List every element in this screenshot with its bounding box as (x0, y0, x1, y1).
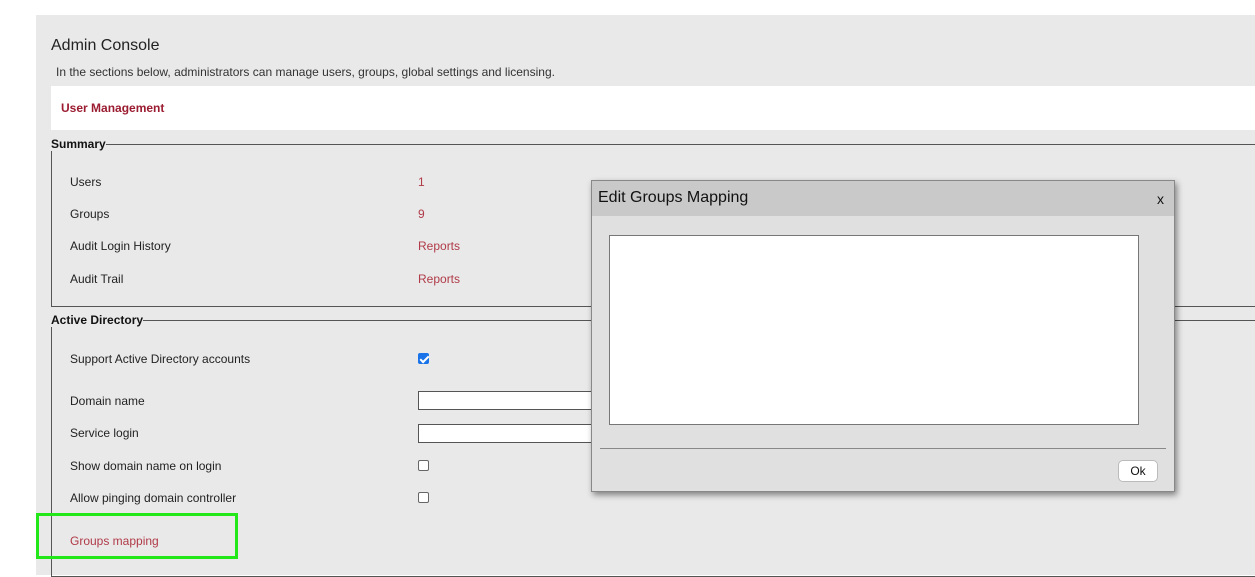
user-management-header: User Management (51, 86, 1255, 130)
show-domain-checkbox[interactable] (418, 460, 429, 471)
service-login-input[interactable] (418, 424, 598, 443)
dialog-divider (600, 448, 1166, 449)
summary-legend: Summary (51, 137, 106, 151)
summary-label-groups: Groups (70, 207, 110, 221)
allow-ping-label: Allow pinging domain controller (70, 491, 237, 505)
active-directory-legend: Active Directory (51, 313, 144, 327)
edit-groups-mapping-dialog: Edit Groups Mapping x Ok (591, 180, 1175, 492)
ok-button[interactable]: Ok (1118, 460, 1158, 482)
dialog-header: Edit Groups Mapping x (592, 181, 1174, 216)
section-title: User Management (61, 101, 165, 115)
summary-label-users: Users (70, 175, 102, 189)
domain-name-label: Domain name (70, 394, 145, 408)
service-login-label: Service login (70, 426, 139, 440)
audit-login-reports-link[interactable]: Reports (418, 239, 460, 253)
summary-label-audit-login: Audit Login History (70, 239, 171, 253)
page-subtitle: In the sections below, administrators ca… (56, 65, 555, 79)
support-ad-checkbox[interactable] (418, 353, 429, 364)
audit-trail-reports-link[interactable]: Reports (418, 272, 460, 286)
groups-mapping-textarea[interactable] (609, 235, 1139, 425)
users-count-link[interactable]: 1 (418, 175, 425, 189)
page-title: Admin Console (51, 37, 160, 54)
domain-name-input[interactable] (418, 391, 598, 410)
groups-count-link[interactable]: 9 (418, 207, 425, 221)
dialog-title: Edit Groups Mapping (598, 189, 749, 206)
groups-mapping-link[interactable]: Groups mapping (70, 534, 159, 548)
support-ad-label: Support Active Directory accounts (70, 352, 251, 366)
close-icon[interactable]: x (1157, 191, 1164, 207)
show-domain-label: Show domain name on login (70, 459, 222, 473)
summary-label-audit-trail: Audit Trail (70, 272, 124, 286)
allow-ping-checkbox[interactable] (418, 492, 429, 503)
